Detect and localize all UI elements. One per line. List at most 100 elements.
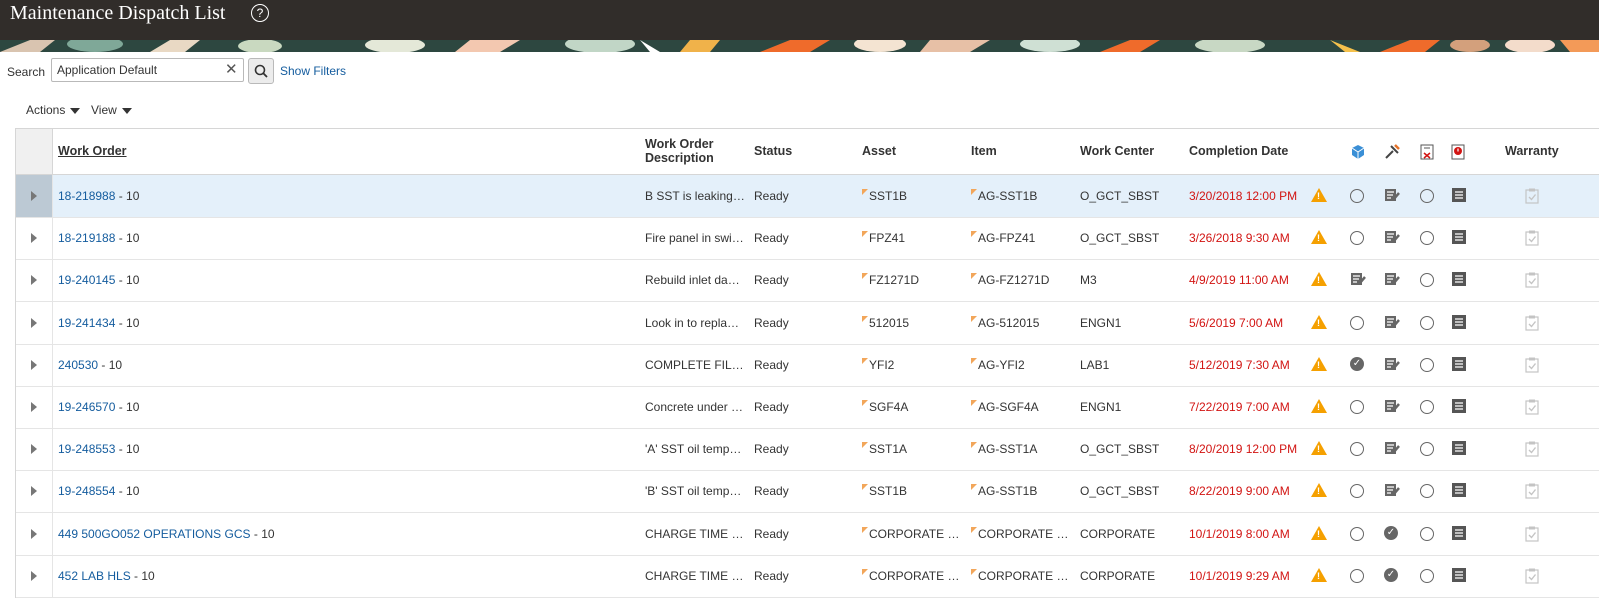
expand-row-icon[interactable] [31,275,37,286]
list-icon[interactable] [1451,187,1467,203]
list-icon[interactable] [1451,229,1467,245]
work-order-link[interactable]: 19-240145 [58,273,115,287]
clear-icon[interactable]: ✕ [225,62,238,78]
tools-edit-icon[interactable] [1384,187,1400,203]
materials-circle-icon[interactable] [1350,400,1364,414]
list-icon[interactable] [1451,271,1467,287]
list-icon[interactable] [1451,356,1467,372]
materials-edit-icon[interactable] [1350,271,1366,287]
materials-circle-icon[interactable] [1350,526,1364,541]
work-order-link[interactable]: 449 500GO052 OPERATIONS GCS [58,527,251,541]
table-row[interactable]: 452 LAB HLS - 10 CHARGE TIME … Ready COR… [16,554,1599,598]
expand-row-icon[interactable] [31,528,37,539]
column-asset[interactable]: Asset [862,144,896,158]
operations-circle-icon[interactable] [1420,273,1434,288]
clipboard-check-icon[interactable] [1524,568,1540,584]
tools-edit-icon[interactable] [1384,398,1400,414]
list-icon[interactable] [1451,482,1467,498]
operations-circle-icon[interactable] [1420,315,1434,330]
column-item[interactable]: Item [971,144,997,158]
tools-complete-icon[interactable]: ✓ [1384,567,1398,582]
list-icon[interactable] [1451,567,1467,583]
operations-circle-icon[interactable] [1420,231,1434,246]
clipboard-check-icon[interactable] [1524,188,1540,204]
expand-row-icon[interactable] [31,191,37,201]
row-header[interactable] [16,428,53,471]
work-order-link[interactable]: 19-248554 [58,484,115,498]
work-order-link[interactable]: 19-246570 [58,400,115,414]
materials-circle-icon[interactable] [1350,484,1364,499]
list-icon[interactable] [1451,398,1467,414]
table-row[interactable]: 240530 - 10 COMPLETE FIL… Ready YFI2 AG-… [16,343,1599,387]
clipboard-check-icon[interactable] [1524,357,1540,373]
work-order-link[interactable]: 18-218988 [58,189,115,203]
expand-row-icon[interactable] [31,402,37,412]
table-row[interactable]: 449 500GO052 OPERATIONS GCS - 10 CHARGE … [16,512,1599,556]
clipboard-check-icon[interactable] [1524,526,1540,542]
expand-row-icon[interactable] [31,317,37,328]
row-header[interactable] [16,512,53,555]
materials-circle-icon[interactable] [1350,189,1364,203]
table-row[interactable]: 19-248553 - 10 'A' SST oil temp… Ready S… [16,428,1599,472]
work-order-link[interactable]: 452 LAB HLS [58,569,131,583]
row-header[interactable] [16,175,53,217]
clipboard-check-icon[interactable] [1524,315,1540,331]
table-row[interactable]: 19-241434 - 10 Look in to repla… Ready 5… [16,301,1599,345]
tools-edit-icon[interactable] [1384,482,1400,498]
clipboard-check-icon[interactable] [1524,441,1540,457]
work-order-link[interactable]: 18-219188 [58,231,115,245]
column-work-order[interactable]: Work Order [58,144,127,158]
row-header[interactable] [16,217,53,260]
list-icon[interactable] [1451,525,1467,541]
search-button[interactable] [248,58,274,84]
column-warranty[interactable]: Warranty [1505,144,1559,158]
row-header[interactable] [16,554,53,597]
tools-edit-icon[interactable] [1384,314,1400,330]
work-order-link[interactable]: 19-241434 [58,316,115,330]
table-row[interactable]: 19-240145 - 10 Rebuild inlet da… Ready F… [16,259,1599,303]
expand-row-icon[interactable] [31,486,37,497]
expand-row-icon[interactable] [31,444,37,455]
table-row[interactable]: 19-248554 - 10 'B' SST oil temp… Ready S… [16,470,1599,514]
expand-row-icon[interactable] [31,570,37,581]
materials-circle-icon[interactable] [1350,442,1364,457]
view-menu[interactable]: View [91,103,132,117]
operations-circle-icon[interactable] [1420,442,1434,457]
work-order-link[interactable]: 240530 [58,358,98,372]
materials-circle-icon[interactable] [1350,315,1364,330]
actions-menu[interactable]: Actions [26,103,81,117]
list-icon[interactable] [1451,440,1467,456]
clipboard-check-icon[interactable] [1524,483,1540,499]
row-header[interactable] [16,259,53,302]
tools-edit-icon[interactable] [1384,229,1400,245]
expand-row-icon[interactable] [31,233,37,244]
operations-circle-icon[interactable] [1420,526,1434,541]
row-header[interactable] [16,386,53,428]
column-work-center[interactable]: Work Center [1080,144,1154,158]
operations-circle-icon[interactable] [1420,357,1434,372]
table-row[interactable]: 19-246570 - 10 Concrete under … Ready SG… [16,386,1599,429]
show-filters-link[interactable]: Show Filters [280,64,346,78]
row-header[interactable] [16,470,53,513]
column-status[interactable]: Status [754,144,792,158]
list-icon[interactable] [1451,314,1467,330]
tools-edit-icon[interactable] [1384,440,1400,456]
materials-circle-icon[interactable] [1350,231,1364,246]
operations-circle-icon[interactable] [1420,484,1434,499]
expand-row-icon[interactable] [31,359,37,370]
materials-circle-icon[interactable] [1350,568,1364,583]
tools-edit-icon[interactable] [1384,271,1400,287]
row-header[interactable] [16,301,53,344]
row-header[interactable] [16,343,53,386]
clipboard-check-icon[interactable] [1524,399,1540,415]
table-row[interactable]: 18-218988 - 10 B SST is leaking… Ready S… [16,175,1599,218]
operations-circle-icon[interactable] [1420,189,1434,203]
search-input[interactable] [51,58,244,82]
column-completion-date[interactable]: Completion Date [1189,144,1288,158]
column-description[interactable]: Work Order Description [645,137,745,165]
work-order-link[interactable]: 19-248553 [58,442,115,456]
clipboard-check-icon[interactable] [1524,230,1540,246]
tools-edit-icon[interactable] [1384,356,1400,372]
clipboard-check-icon[interactable] [1524,272,1540,288]
table-row[interactable]: 18-219188 - 10 Fire panel in swi… Ready … [16,217,1599,261]
